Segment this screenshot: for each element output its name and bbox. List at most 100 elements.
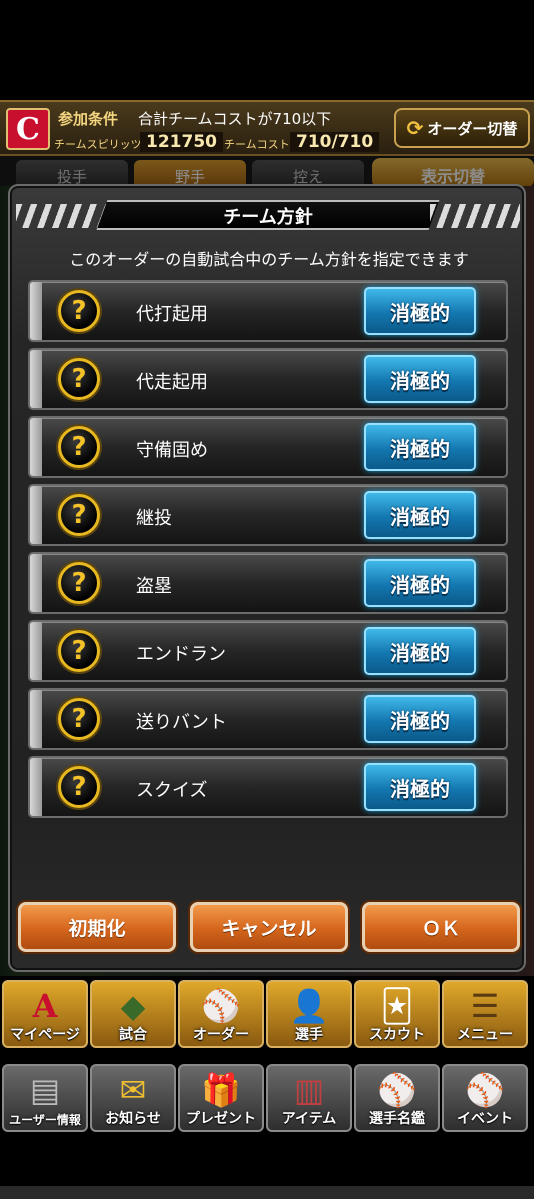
nav-player[interactable]: 👤 選手 (266, 980, 352, 1048)
bottom-strip (0, 1186, 534, 1199)
help-icon[interactable]: ? (58, 698, 100, 740)
policy-row-pinch-runner: ? 代走起用 消極的 (28, 348, 508, 410)
team-condition-header: C 参加条件 合計チームコストが710以下 チームスピリッツ 121750 チー… (0, 100, 534, 156)
event-icon: ⚾ (465, 1071, 505, 1109)
row-edge (30, 418, 42, 476)
nav-item[interactable]: ▥ アイテム (266, 1064, 352, 1132)
help-icon[interactable]: ? (58, 766, 100, 808)
title-decoration-left (16, 204, 106, 228)
nav-label: マイページ (10, 1027, 80, 1043)
spirits-label: チームスピリッツ (54, 138, 142, 151)
nav-label: アイテム (281, 1111, 337, 1127)
policy-label: スクイズ (136, 780, 208, 801)
policy-row-defense: ? 守備固め 消極的 (28, 416, 508, 478)
primary-nav: A マイページ ◆ 試合 ⚾ オーダー 👤 選手 🃏 スカウト ☰ メニュー (0, 980, 534, 1052)
item-icon: ▥ (293, 1071, 325, 1109)
refresh-icon: ⟳ (406, 116, 424, 140)
row-edge (30, 622, 42, 680)
policy-row-pinch-hitter: ? 代打起用 消極的 (28, 280, 508, 342)
order-switch-button[interactable]: ⟳ オーダー切替 (394, 108, 530, 148)
row-edge (30, 690, 42, 748)
nav-present[interactable]: 🎁 プレゼント (178, 1064, 264, 1132)
condition-text: 合計チームコストが710以下 (138, 110, 332, 128)
policy-row-squeeze: ? スクイズ 消極的 (28, 756, 508, 818)
policy-row-steal: ? 盗塁 消極的 (28, 552, 508, 614)
help-icon[interactable]: ? (58, 358, 100, 400)
nav-notice[interactable]: ✉ お知らせ (90, 1064, 176, 1132)
policy-toggle-button[interactable]: 消極的 (364, 559, 476, 607)
policy-list: ? 代打起用 消極的 ? 代走起用 消極的 ? 守備固め 消極的 ? 継投 消極… (28, 280, 508, 824)
policy-label: エンドラン (136, 644, 226, 665)
policy-toggle-button[interactable]: 消極的 (364, 695, 476, 743)
row-edge (30, 758, 42, 816)
nav-label: 試合 (119, 1027, 147, 1043)
policy-toggle-button[interactable]: 消極的 (364, 423, 476, 471)
notice-icon: ✉ (119, 1071, 147, 1109)
order-icon: ⚾ (201, 987, 241, 1025)
player-icon: 👤 (289, 987, 329, 1025)
policy-label: 送りバント (136, 712, 227, 733)
nav-game[interactable]: ◆ 試合 (90, 980, 176, 1048)
nav-label: プレゼント (186, 1111, 256, 1127)
nav-player-book[interactable]: ⚾ 選手名鑑 (354, 1064, 440, 1132)
help-icon[interactable]: ? (58, 562, 100, 604)
present-icon: 🎁 (201, 1071, 241, 1109)
policy-label: 代走起用 (136, 372, 208, 393)
cost-value: 710/710 (290, 132, 380, 152)
user-info-icon: ▤ (29, 1071, 61, 1109)
policy-label: 代打起用 (136, 304, 208, 325)
mypage-icon: A (32, 987, 58, 1025)
row-edge (30, 554, 42, 612)
policy-toggle-button[interactable]: 消極的 (364, 763, 476, 811)
stadium-icon: ◆ (120, 987, 146, 1025)
team-logo: C (6, 108, 50, 150)
nav-mypage[interactable]: A マイページ (2, 980, 88, 1048)
policy-row-hit-and-run: ? エンドラン 消極的 (28, 620, 508, 682)
player-book-icon: ⚾ (377, 1071, 417, 1109)
dialog-subtitle: このオーダーの自動試合中のチーム方針を指定できます (69, 250, 469, 269)
row-edge (30, 350, 42, 408)
title-decoration-right (430, 204, 520, 228)
nav-label: お知らせ (105, 1111, 161, 1127)
policy-label: 盗塁 (136, 576, 172, 597)
policy-label: 継投 (136, 508, 172, 529)
dialog-title-band: チーム方針 (12, 200, 524, 230)
condition-label: 参加条件 (58, 110, 119, 128)
policy-row-relief: ? 継投 消極的 (28, 484, 508, 546)
policy-toggle-button[interactable]: 消極的 (364, 627, 476, 675)
nav-menu[interactable]: ☰ メニュー (442, 980, 528, 1048)
reset-button[interactable]: 初期化 (18, 902, 176, 952)
policy-toggle-button[interactable]: 消極的 (364, 491, 476, 539)
nav-label: イベント (457, 1111, 513, 1127)
team-policy-dialog: チーム方針 このオーダーの自動試合中のチーム方針を指定できます ? 代打起用 消… (8, 184, 526, 972)
nav-scout[interactable]: 🃏 スカウト (354, 980, 440, 1048)
nav-label: ユーザー情報 (9, 1113, 81, 1127)
cost-label: チームコスト (224, 138, 290, 151)
policy-toggle-button[interactable]: 消極的 (364, 355, 476, 403)
help-icon[interactable]: ? (58, 290, 100, 332)
help-icon[interactable]: ? (58, 630, 100, 672)
spirits-value: 121750 (140, 132, 223, 152)
dialog-footer: 初期化 キャンセル ＯＫ (16, 902, 520, 956)
row-edge (30, 282, 42, 340)
nav-label: メニュー (457, 1027, 513, 1043)
ok-button[interactable]: ＯＫ (362, 902, 520, 952)
help-icon[interactable]: ? (58, 426, 100, 468)
nav-order[interactable]: ⚾ オーダー (178, 980, 264, 1048)
policy-row-sacrifice-bunt: ? 送りバント 消極的 (28, 688, 508, 750)
nav-event[interactable]: ⚾ イベント (442, 1064, 528, 1132)
cancel-button[interactable]: キャンセル (190, 902, 348, 952)
policy-label: 守備固め (136, 440, 208, 461)
nav-label: 選手 (295, 1027, 323, 1043)
status-area (0, 0, 534, 100)
scout-icon: 🃏 (380, 987, 414, 1025)
help-icon[interactable]: ? (58, 494, 100, 536)
dialog-title: チーム方針 (223, 207, 313, 228)
row-edge (30, 486, 42, 544)
nav-label: オーダー (193, 1027, 249, 1043)
nav-label: 選手名鑑 (369, 1111, 425, 1127)
menu-icon: ☰ (470, 987, 500, 1025)
nav-user-info[interactable]: ▤ ユーザー情報 (2, 1064, 88, 1132)
secondary-nav: ▤ ユーザー情報 ✉ お知らせ 🎁 プレゼント ▥ アイテム ⚾ 選手名鑑 ⚾ … (0, 1064, 534, 1136)
policy-toggle-button[interactable]: 消極的 (364, 287, 476, 335)
